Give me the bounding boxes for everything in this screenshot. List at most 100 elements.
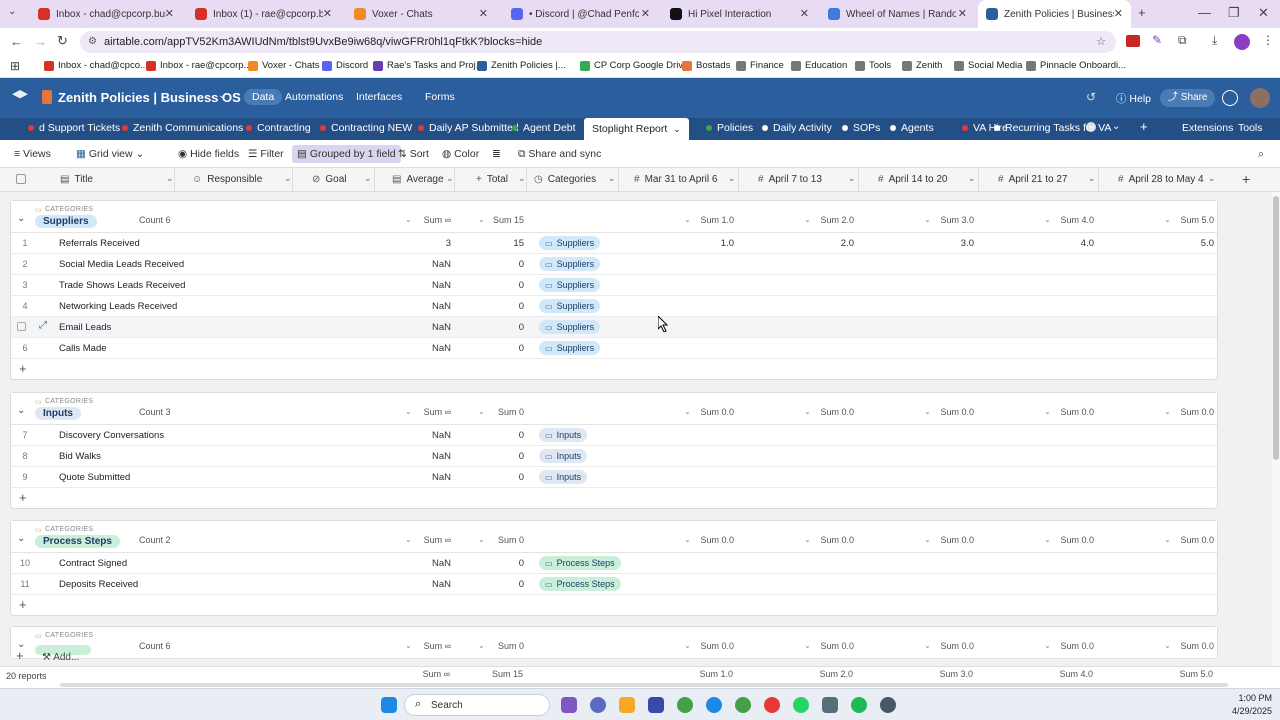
close-tab-icon[interactable]: ✕ [479, 7, 488, 20]
table-tab[interactable]: Daily Activity [762, 122, 832, 134]
bookmark-item[interactable]: Education [791, 60, 847, 71]
category-chip[interactable]: ▭ Suppliers [539, 236, 601, 250]
browser-tab[interactable]: Wheel of Names | Random nam✕ [820, 0, 975, 28]
summary-chevron-icon[interactable]: ⌄ [684, 641, 691, 650]
total-cell[interactable]: 0 [519, 430, 524, 441]
add-record-icon[interactable]: + [19, 361, 27, 376]
close-tab-icon[interactable]: ✕ [800, 7, 809, 20]
summary-chevron-icon[interactable]: ⌄ [405, 641, 412, 650]
bookmark-item[interactable]: Inbox - rae@cpcorp... [146, 60, 252, 71]
category-chip[interactable]: ▭ Process Steps [539, 556, 621, 570]
pen-extension-icon[interactable]: ✎ [1152, 33, 1162, 47]
collapse-group-chevron-icon[interactable]: ⌄ [17, 405, 25, 416]
browser-tab[interactable]: Inbox - chad@cpcorp.busines✕ [30, 0, 182, 28]
table-tab[interactable]: Agent Debt [512, 122, 576, 134]
column-header[interactable]: # April 21 to 27 [998, 174, 1068, 185]
spotify-icon[interactable] [851, 697, 867, 713]
add-record-icon[interactable]: + [19, 597, 27, 612]
column-header[interactable]: # April 28 to May 4 [1118, 174, 1204, 185]
column-menu-chevron-icon[interactable]: ⌄ [608, 173, 616, 184]
bookmark-item[interactable]: Finance [736, 60, 784, 71]
group-summary[interactable]: Sum 0.0 [1180, 407, 1214, 417]
table-row[interactable]: 6 Calls Made NaN 0 ▭ Suppliers [11, 338, 1217, 359]
extensions-puzzle-icon[interactable]: ⧉ [1178, 33, 1187, 48]
new-tab-icon[interactable]: + [1138, 5, 1146, 20]
nav-data[interactable]: Data [244, 89, 283, 105]
group-summary[interactable]: Sum ∞ [424, 215, 451, 225]
summary-chevron-icon[interactable]: ⌄ [1164, 215, 1171, 224]
summary-chevron-icon[interactable]: ⌄ [1044, 641, 1051, 650]
column-header[interactable]: + Total [476, 174, 508, 185]
total-cell[interactable]: 0 [519, 558, 524, 569]
column-menu-chevron-icon[interactable]: ⌄ [1208, 173, 1216, 184]
nav-automations[interactable]: Automations [285, 91, 343, 103]
group-summary[interactable]: Sum ∞ [424, 407, 451, 417]
expand-record-icon[interactable]: ⤢ [39, 320, 47, 331]
week-value-cell[interactable]: 1.0 [721, 238, 734, 249]
record-title[interactable]: Trade Shows Leads Received [59, 280, 185, 291]
average-cell[interactable]: 3 [446, 238, 451, 249]
windows-start-icon[interactable] [381, 697, 397, 713]
user-avatar[interactable] [1250, 88, 1270, 108]
group-summary[interactable]: Sum 0.0 [820, 641, 854, 651]
column-header[interactable]: ▤ Average [392, 174, 444, 185]
category-chip[interactable]: ▭ Inputs [539, 449, 588, 463]
sort-button[interactable]: ⇅ Sort [398, 148, 429, 160]
column-menu-chevron-icon[interactable]: ⌄ [728, 173, 736, 184]
vertical-scrollbar[interactable] [1272, 192, 1280, 666]
history-icon[interactable]: ↺ [1086, 90, 1096, 104]
average-cell[interactable]: NaN [432, 451, 451, 462]
summary-chevron-icon[interactable]: ⌄ [804, 535, 811, 544]
table-tab[interactable]: d Support Tickets [28, 122, 120, 134]
add-tools-button[interactable]: ⚒ Add... [42, 652, 79, 663]
maximize-icon[interactable]: ❐ [1228, 5, 1240, 21]
scrollbar-thumb[interactable] [1273, 196, 1279, 460]
notifications-bell-icon[interactable] [1222, 90, 1238, 106]
site-info-icon[interactable]: ⚙ [88, 31, 97, 53]
group-button[interactable]: ▤ Grouped by 1 field [292, 145, 401, 163]
base-menu-chevron-icon[interactable]: ⌄ [218, 90, 226, 101]
summary-chevron-icon[interactable]: ⌄ [924, 535, 931, 544]
collapse-group-chevron-icon[interactable]: ⌄ [17, 533, 25, 544]
chrome-icon[interactable] [677, 697, 693, 713]
summary-chevron-icon[interactable]: ⌄ [804, 215, 811, 224]
footer-summary[interactable]: Sum 5.0 [1179, 669, 1213, 679]
category-chip[interactable]: ▭ Suppliers [539, 320, 601, 334]
summary-chevron-icon[interactable]: ⌄ [478, 407, 485, 416]
group-summary[interactable]: Sum 0.0 [820, 407, 854, 417]
clock-date[interactable]: 4/29/2025 [1214, 706, 1272, 716]
close-tab-icon[interactable]: ✕ [165, 7, 174, 20]
table-row[interactable]: 3 Trade Shows Leads Received NaN 0 ▭ Supplier… [11, 275, 1217, 296]
category-chip[interactable]: ▭ Suppliers [539, 278, 601, 292]
column-menu-chevron-icon[interactable]: ⌄ [446, 173, 454, 184]
group-summary[interactable]: Sum 0.0 [1060, 407, 1094, 417]
average-cell[interactable]: NaN [432, 301, 451, 312]
nav-interfaces[interactable]: Interfaces [356, 91, 402, 103]
bookmark-item[interactable]: Voxer - Chats [248, 60, 320, 71]
average-cell[interactable]: NaN [432, 430, 451, 441]
select-all-checkbox[interactable] [16, 174, 26, 184]
add-field-icon[interactable]: + [1242, 171, 1250, 187]
back-icon[interactable]: ← [10, 34, 23, 49]
copilot-icon[interactable] [561, 697, 577, 713]
table-tab[interactable]: Contracting NEW [320, 122, 412, 134]
record-title[interactable]: Contract Signed [59, 558, 127, 569]
group-summary[interactable]: Sum 0.0 [700, 407, 734, 417]
horizontal-scrollbar[interactable] [60, 683, 1228, 687]
footer-summary[interactable]: Sum 1.0 [699, 669, 733, 679]
total-cell[interactable]: 0 [519, 280, 524, 291]
summary-chevron-icon[interactable]: ⌄ [478, 641, 485, 650]
tab-chevron-icon[interactable]: ⌄ [673, 124, 681, 134]
column-header[interactable]: ◷ Categories [534, 174, 596, 185]
browser-menu-icon[interactable]: ⋮ [1262, 33, 1274, 47]
table-tab[interactable]: Stoplight Report ⌄ [584, 118, 689, 140]
filter-button[interactable]: ☰ Filter [248, 148, 284, 160]
footer-summary[interactable]: Sum 15 [492, 669, 523, 679]
summary-chevron-icon[interactable]: ⌄ [1044, 407, 1051, 416]
column-header[interactable]: ⊘ Goal [312, 174, 347, 185]
nav-forms[interactable]: Forms [425, 91, 455, 103]
summary-chevron-icon[interactable]: ⌄ [478, 535, 485, 544]
group-summary[interactable]: Sum 0.0 [1180, 535, 1214, 545]
week-value-cell[interactable]: 5.0 [1201, 238, 1214, 249]
group-summary[interactable]: Sum 4.0 [1060, 215, 1094, 225]
